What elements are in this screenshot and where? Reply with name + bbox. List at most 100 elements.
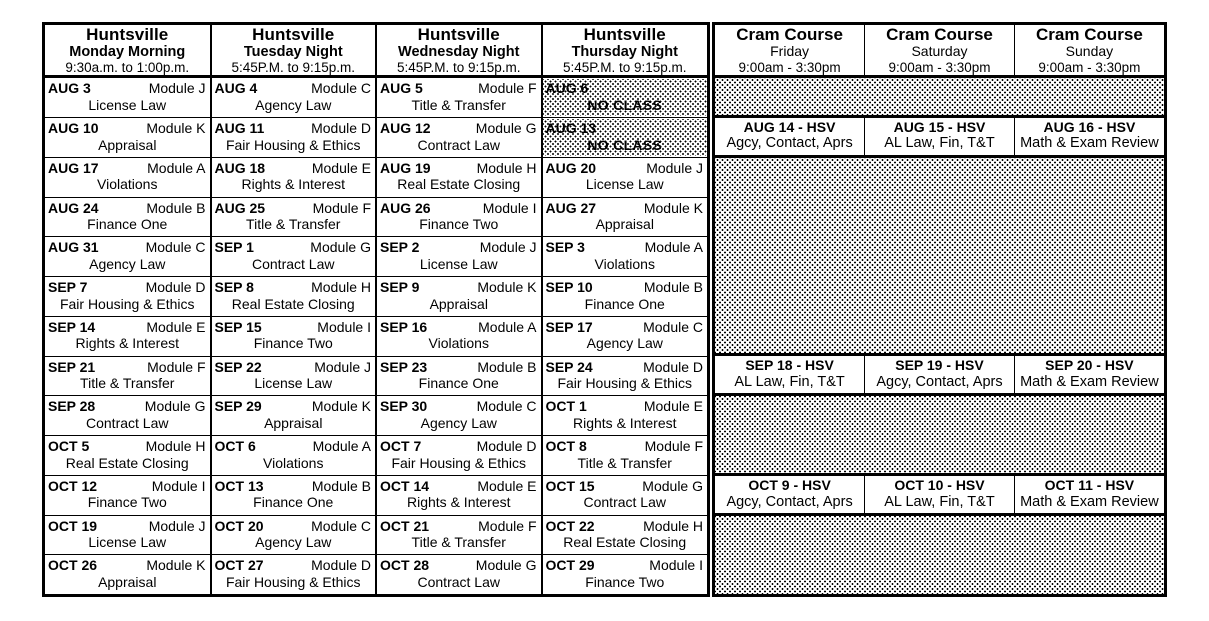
cram-empty-cell <box>715 76 1164 117</box>
session-cell-body: SEP 30 Module C Agency Law <box>378 397 540 434</box>
no-class-cell: AUG 6 NO CLASS <box>540 76 707 119</box>
session-cell-body: SEP 2 Module J License Law <box>378 238 540 275</box>
session-module: Module B <box>311 477 371 494</box>
cram-column-time: 9:00am - 3:30pm <box>888 59 991 75</box>
session-cell-body: OCT 28 Module G Contract Law <box>378 556 540 593</box>
session-subject: Finance Two <box>419 216 499 233</box>
session-subject: Contract Law <box>417 573 500 590</box>
class-session-cell: SEP 10 Module B Finance One <box>540 276 707 317</box>
session-cell-top: OCT 22 Module H <box>543 517 707 535</box>
session-cell-top: OCT 29 Module I <box>543 556 707 574</box>
session-module: Module G <box>642 477 703 494</box>
session-date: AUG 5 <box>380 80 423 97</box>
class-session-cell: SEP 7 Module D Fair Housing & Ethics <box>45 276 212 317</box>
weekday-column-header: Huntsville Tuesday Night 5:45P.M. to 9:15p… <box>209 25 377 79</box>
session-cell-body: OCT 14 Module E Rights & Interest <box>378 477 540 514</box>
session-cell-top: AUG 20 Module J <box>543 159 707 177</box>
session-subject: Fair Housing & Ethics <box>557 375 693 392</box>
session-subject: Fair Housing & Ethics <box>391 454 527 471</box>
session-cell-top: OCT 13 Module B <box>212 477 374 495</box>
session-date: AUG 19 <box>380 159 431 176</box>
session-cell-body: SEP 29 Module K Appraisal <box>212 397 374 434</box>
cram-session-row: SEP 18 - HSV AL Law, Fin, T&T SEP 19 - HSV… <box>715 353 1164 397</box>
cram-session-body: AUG 16 - HSV Math & Exam Review <box>1015 118 1164 153</box>
session-date: SEP 9 <box>380 279 420 296</box>
cram-session-row: OCT 9 - HSV Agcy, Contact, Aprs OCT 10 - H… <box>715 472 1164 517</box>
session-module: Module H <box>643 517 703 534</box>
session-cell-top: AUG 6 <box>543 79 707 97</box>
session-cell-top: SEP 17 Module C <box>543 318 707 336</box>
column-time: 9:30a.m. to 1:00p.m. <box>65 60 190 76</box>
session-subject: Finance Two <box>253 335 333 352</box>
session-subject: Violations <box>594 255 655 272</box>
session-module: Module K <box>311 398 371 415</box>
session-subject: Finance Two <box>87 494 167 511</box>
session-subject: Title & Transfer <box>411 96 506 113</box>
session-module: Module C <box>145 239 206 256</box>
cram-column-day: Friday <box>770 43 810 60</box>
session-module: Module E <box>146 318 206 335</box>
session-cell-top: SEP 1 Module G <box>212 238 374 256</box>
session-module: Module K <box>146 120 206 137</box>
session-cell-top: SEP 9 Module K <box>378 278 540 296</box>
cram-session-cell: AUG 14 - HSV Agcy, Contact, Aprs <box>715 114 866 158</box>
session-subject: License Law <box>585 176 664 193</box>
cram-column-day: Saturday <box>911 43 968 60</box>
session-module: Module A <box>147 159 206 176</box>
session-cell-body: SEP 28 Module G Contract Law <box>45 397 209 434</box>
cram-session-topic: Agcy, Contact, Aprs <box>876 374 1003 391</box>
table-row: OCT 26 Module K Appraisal OCT 27 Module D Fai… <box>45 554 707 594</box>
session-subject: Real Estate Closing <box>397 176 521 193</box>
session-subject: License Law <box>88 96 167 113</box>
table-row: AUG 3 Module J License Law AUG 4 Module C Age… <box>45 76 707 119</box>
class-session-cell: OCT 12 Module I Finance Two <box>45 474 212 516</box>
column-time: 5:45P.M. to 9:15p.m. <box>396 60 521 76</box>
class-session-cell: SEP 23 Module B Finance One <box>375 355 543 397</box>
class-session-cell: AUG 25 Module F Title & Transfer <box>209 196 377 238</box>
cram-session-date: SEP 18 - HSV <box>745 357 834 374</box>
session-subject: Violations <box>428 335 489 352</box>
session-cell-top: AUG 13 <box>543 119 707 137</box>
session-cell-body: OCT 22 Module H Real Estate Closing <box>543 517 707 554</box>
class-session-cell: SEP 21 Module F Title & Transfer <box>45 355 212 397</box>
session-module: Module F <box>147 358 206 375</box>
session-cell-top: AUG 12 Module G <box>378 119 540 137</box>
session-subject: Agency Law <box>586 335 663 352</box>
cram-session-date: AUG 14 - HSV <box>743 118 836 135</box>
session-cell-body: AUG 25 Module F Title & Transfer <box>212 199 374 236</box>
session-subject: Real Estate Closing <box>65 454 189 471</box>
class-session-cell: AUG 3 Module J License Law <box>45 76 212 119</box>
session-subject: Contract Law <box>583 494 666 511</box>
table-row: OCT 5 Module H Real Estate Closing OCT 6 Mod… <box>45 435 707 476</box>
cram-session-date: AUG 16 - HSV <box>1043 118 1136 135</box>
session-module: Module G <box>144 398 206 415</box>
session-date: SEP 15 <box>214 318 262 335</box>
cram-blank-row <box>715 514 1164 594</box>
cram-session-topic: AL Law, Fin, T&T <box>884 493 995 510</box>
session-cell-body: SEP 3 Module A Violations <box>543 238 707 275</box>
session-cell-top: SEP 28 Module G <box>45 397 209 415</box>
weekday-header-row: Huntsville Monday Morning 9:30a.m. to 1:00… <box>45 25 707 79</box>
session-cell-top: AUG 31 Module C <box>45 238 209 256</box>
class-session-cell: OCT 28 Module G Contract Law <box>375 554 543 594</box>
class-session-cell: SEP 29 Module K Appraisal <box>209 395 377 437</box>
column-city: Huntsville <box>417 25 500 44</box>
cram-column-time: 9:00am - 3:30pm <box>738 59 841 75</box>
session-module: Module I <box>317 318 371 335</box>
session-module: Module K <box>146 557 206 574</box>
session-cell-body: OCT 7 Module D Fair Housing & Ethics <box>378 437 540 474</box>
session-date: AUG 3 <box>48 80 91 97</box>
cram-session-date: OCT 10 - HSV <box>894 476 985 493</box>
session-cell-top: AUG 4 Module C <box>212 79 374 97</box>
session-subject: Agency Law <box>89 255 166 272</box>
session-subject: Title & Transfer <box>577 454 672 471</box>
session-subject: NO CLASS <box>587 136 663 153</box>
session-cell-body: SEP 24 Module D Fair Housing & Ethics <box>543 358 707 395</box>
class-session-cell: SEP 30 Module C Agency Law <box>375 395 543 437</box>
cram-session-cell: AUG 16 - HSV Math & Exam Review <box>1013 114 1164 158</box>
session-cell-top: SEP 24 Module D <box>543 358 707 376</box>
session-date: OCT 12 <box>48 477 98 494</box>
session-module: Module D <box>476 438 537 455</box>
session-module: Module C <box>476 398 537 415</box>
table-row: SEP 14 Module E Rights & Interest SEP 15 Mod… <box>45 315 707 357</box>
